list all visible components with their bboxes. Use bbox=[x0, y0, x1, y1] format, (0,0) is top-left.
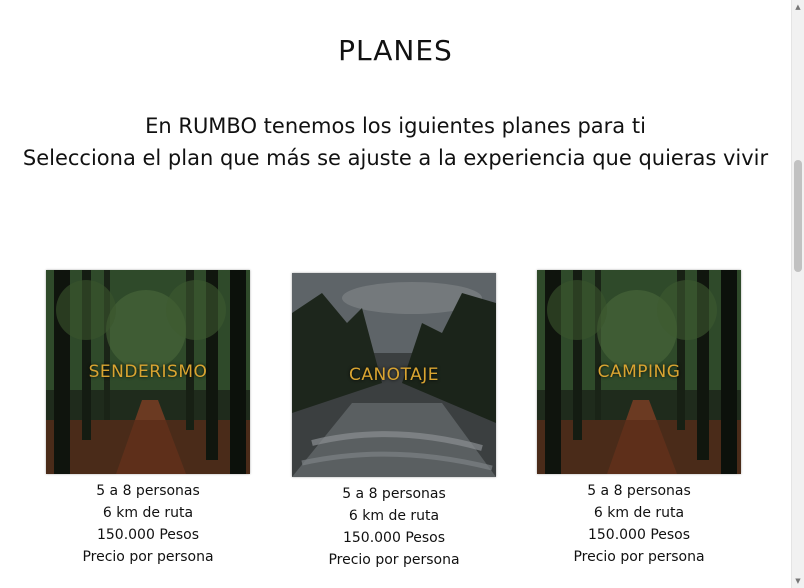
plan-card-camping[interactable]: CAMPING 5 a 8 personas 6 km de ruta 150.… bbox=[537, 270, 741, 568]
plan-people: 5 a 8 personas bbox=[342, 486, 446, 502]
plan-price-note: Precio por persona bbox=[328, 552, 460, 568]
plan-title: CAMPING bbox=[597, 362, 681, 382]
plan-details: 5 a 8 personas 6 km de ruta 150.000 Peso… bbox=[46, 480, 250, 568]
plan-people: 5 a 8 personas bbox=[587, 483, 691, 499]
plan-title: SENDERISMO bbox=[88, 362, 208, 382]
plan-card-canotaje[interactable]: CANOTAJE 5 a 8 personas 6 km de ruta 150… bbox=[292, 273, 496, 571]
scroll-up-arrow-icon[interactable]: ▲ bbox=[792, 0, 804, 14]
plan-price-note: Precio por persona bbox=[573, 549, 705, 565]
plan-route: 6 km de ruta bbox=[593, 505, 685, 521]
vertical-scrollbar[interactable]: ▲ ▼ bbox=[791, 0, 804, 588]
plan-details: 5 a 8 personas 6 km de ruta 150.000 Peso… bbox=[292, 483, 496, 571]
plan-image-forest[interactable]: SENDERISMO bbox=[46, 270, 250, 474]
plan-price: 150.000 Pesos bbox=[96, 527, 200, 543]
page-content: PLANES En RUMBO tenemos los iguientes pl… bbox=[0, 0, 791, 588]
intro-line-2: Selecciona el plan que más se ajuste a l… bbox=[22, 146, 769, 170]
page-title: PLANES bbox=[338, 34, 453, 67]
plan-card-senderismo[interactable]: SENDERISMO 5 a 8 personas 6 km de ruta 1… bbox=[46, 270, 250, 568]
plan-price: 150.000 Pesos bbox=[587, 527, 691, 543]
plan-details: 5 a 8 personas 6 km de ruta 150.000 Peso… bbox=[537, 480, 741, 568]
plan-price: 150.000 Pesos bbox=[342, 530, 446, 546]
plan-people: 5 a 8 personas bbox=[96, 483, 200, 499]
plan-title: CANOTAJE bbox=[348, 365, 440, 385]
scroll-down-arrow-icon[interactable]: ▼ bbox=[792, 574, 804, 588]
plan-route: 6 km de ruta bbox=[102, 505, 194, 521]
plan-image-forest[interactable]: CAMPING bbox=[537, 270, 741, 474]
intro-text: En RUMBO tenemos los iguientes planes pa… bbox=[8, 110, 783, 174]
plan-route: 6 km de ruta bbox=[348, 508, 440, 524]
scrollbar-thumb[interactable] bbox=[794, 160, 802, 272]
plan-price-note: Precio por persona bbox=[82, 549, 214, 565]
intro-line-1: En RUMBO tenemos los iguientes planes pa… bbox=[145, 114, 646, 138]
plan-image-river[interactable]: CANOTAJE bbox=[292, 273, 496, 477]
